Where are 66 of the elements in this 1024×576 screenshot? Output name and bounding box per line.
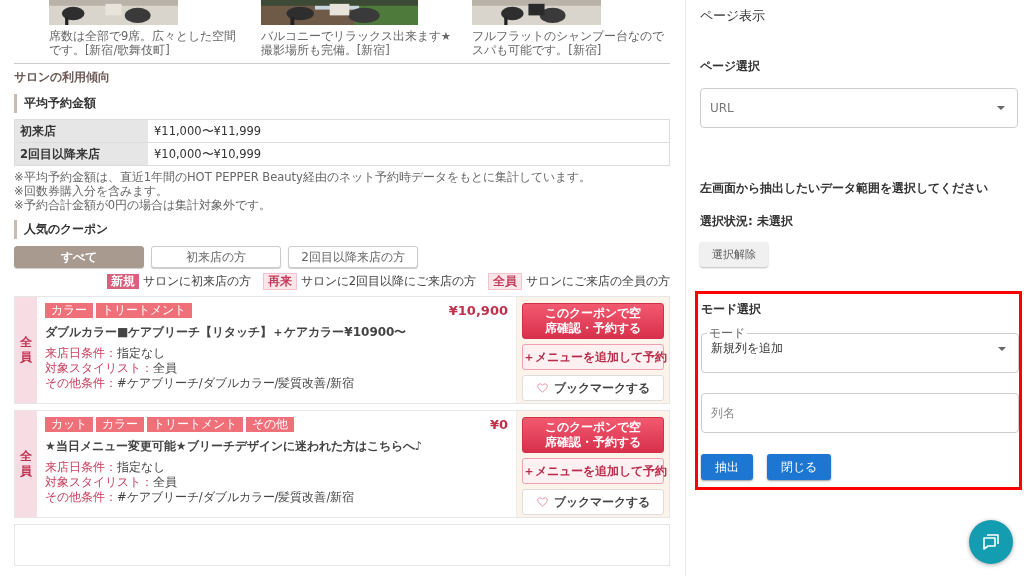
bookmark-button[interactable]: ブックマークする — [522, 375, 664, 401]
photo-caption: バルコニーでリラックス出来ます★撮影場所も完備。[新宿] — [260, 29, 452, 57]
section-title: サロンの利用傾向 — [14, 69, 111, 86]
footnote: ※回数券購入分を含みます。 — [14, 184, 169, 198]
legend-badge: 再来 — [262, 273, 297, 290]
chat-button[interactable] — [969, 520, 1013, 564]
category-tag: トリートメント — [96, 303, 192, 318]
category-tag: その他 — [246, 417, 294, 432]
coupon-title: ダブルカラー■ケアブリーチ【リタッチ】＋ケアカラー¥10900〜 — [45, 324, 408, 341]
legend-text: サロンにご来店の全員の方 — [526, 274, 670, 289]
reserve-button[interactable]: このクーポンで空席確認・予約する — [522, 417, 664, 453]
condition-value: #ケアブリーチ/ダブルカラー/髪質改善/新宿 — [117, 376, 355, 390]
coupon-price: ¥10,900 — [448, 303, 508, 318]
filter-tab[interactable]: 2回目以降来店の方 — [288, 246, 418, 268]
reserve-button[interactable]: このクーポンで空席確認・予約する — [522, 303, 664, 339]
instruction-text: 左画面から抽出したいデータ範囲を選択してください — [700, 180, 988, 197]
target-label: 全員 — [15, 411, 37, 517]
category-tag: カット — [45, 417, 93, 432]
panel-title: ページ表示 — [700, 7, 765, 25]
heart-icon — [536, 497, 548, 507]
legend-text: サロンに初来店の方 — [142, 274, 251, 289]
caret-icon — [997, 106, 1005, 110]
category-tag: カラー — [96, 417, 144, 432]
action-button[interactable]: 閉じる — [767, 454, 831, 480]
coupon-price: ¥0 — [489, 417, 508, 432]
target-label: 全員 — [15, 297, 37, 403]
condition-label: その他条件： — [45, 490, 117, 504]
coupon-title: ★当日メニュー変更可能★ブリーチデザインに迷われた方はこちらへ♪ — [45, 438, 424, 455]
caret-icon — [998, 346, 1006, 351]
table-header-cell: 2回目以降来店 — [15, 143, 148, 165]
photo-caption: フルフラットのシャンプー台なのでスパも可能です。[新宿] — [472, 29, 666, 57]
action-button[interactable]: 抽出 — [701, 454, 753, 480]
section-heading: 平均予約金額 — [14, 94, 670, 113]
category-tag: カラー — [45, 303, 93, 318]
selection-status: 選択状況: 未選択 — [700, 213, 793, 230]
url-select[interactable]: URL — [700, 88, 1018, 128]
condition-value: 全員 — [153, 361, 177, 375]
condition-value: 指定なし — [117, 460, 165, 474]
table-cell-text: ¥11,000〜¥11,999 — [153, 122, 263, 140]
legend-text: サロンに2回目以降にご来店の方 — [300, 274, 476, 289]
condition-value: 全員 — [153, 475, 177, 489]
heart-icon — [536, 383, 548, 393]
condition-label: 対象スタイリスト： — [45, 475, 153, 489]
condition-value: #ケアブリーチ/ダブルカラー/髪質改善/新宿 — [117, 490, 355, 504]
mode-heading: モード選択 — [701, 301, 762, 318]
section-heading: 人気のクーポン — [14, 220, 670, 239]
category-tag: トリートメント — [147, 417, 243, 432]
condition-label: その他条件： — [45, 376, 117, 390]
chat-icon — [981, 532, 1001, 552]
condition-label: 対象スタイリスト： — [45, 361, 153, 375]
legend-badge: 新規 — [106, 274, 139, 289]
condition-label: 来店日条件： — [45, 460, 117, 474]
clear-selection-button[interactable]: 選択解除 — [700, 242, 768, 267]
legend-badge: 全員 — [488, 273, 522, 290]
field-label: ページ選択 — [700, 58, 760, 75]
condition-value: 指定なし — [117, 346, 165, 360]
condition-label: 来店日条件： — [45, 346, 117, 360]
filter-tab[interactable]: 初来店の方 — [151, 246, 281, 268]
bookmark-button[interactable]: ブックマークする — [522, 489, 664, 515]
footnote: ※平均予約金額は、直近1年間のHOT PEPPER Beauty経由のネット予約時データをもとに集計しています。 — [14, 170, 592, 184]
column-name-field[interactable]: 列名 — [701, 393, 1019, 433]
mode-select[interactable]: モード 新規列を追加 — [701, 327, 1019, 373]
footnote: ※予約合計金額が0円の場合は集計対象外です。 — [14, 198, 272, 212]
photo-caption: 席数は全部で9席。広々とした空間です。[新宿/歌舞伎町] — [49, 29, 238, 57]
table-header-cell: 初来店 — [15, 120, 148, 142]
table-cell-text: ¥10,000〜¥10,999 — [153, 145, 263, 163]
